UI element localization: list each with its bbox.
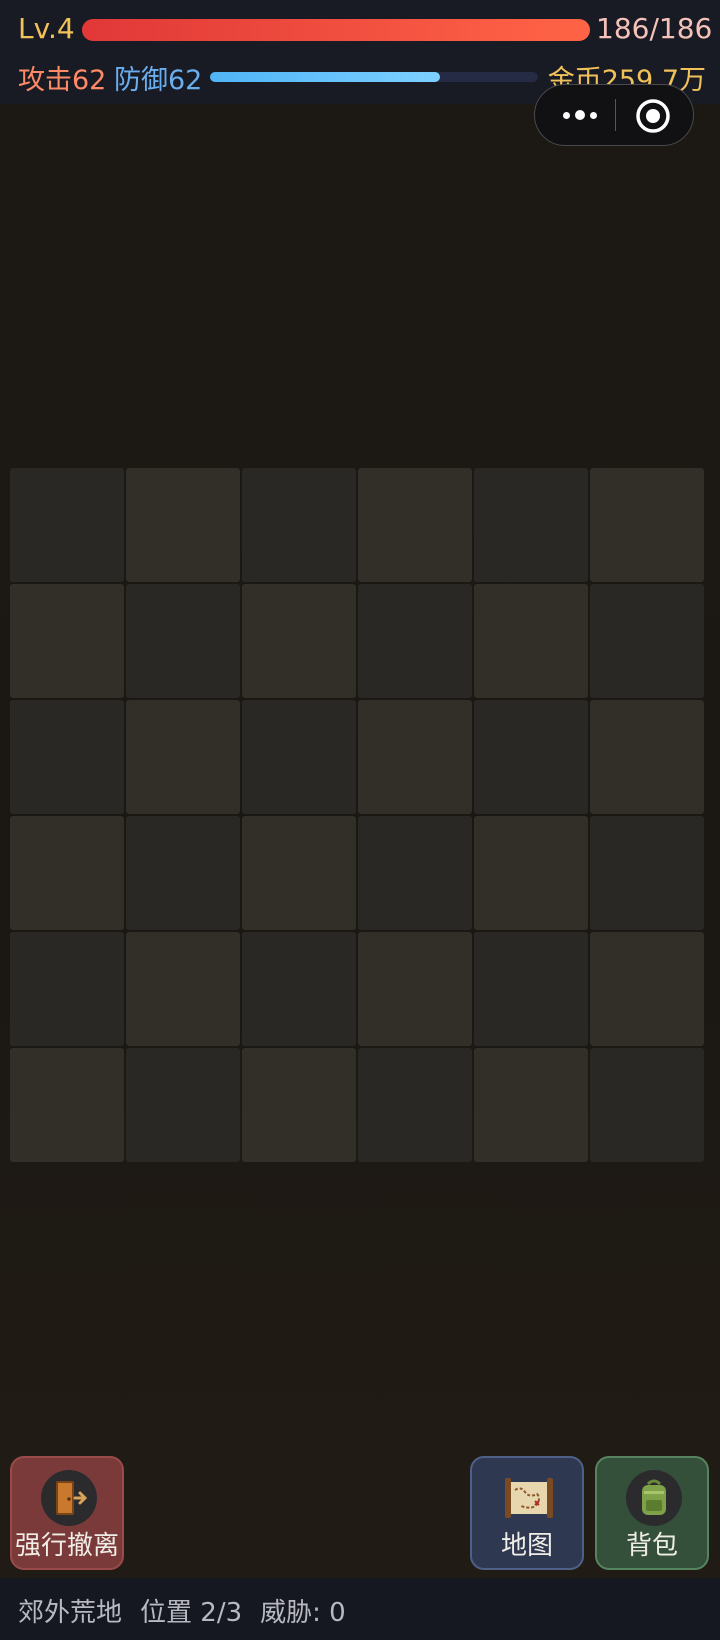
backpack-label: 背包 <box>625 1531 678 1561</box>
grid-cell[interactable] <box>126 584 240 698</box>
grid-cell[interactable] <box>358 932 472 1046</box>
grid-cell[interactable] <box>474 1048 588 1162</box>
grid-cell[interactable] <box>358 816 472 930</box>
grid-cell[interactable] <box>126 1048 240 1162</box>
grid-cell[interactable] <box>242 816 356 930</box>
grid-cell[interactable] <box>10 700 124 814</box>
grid-cell[interactable] <box>590 700 704 814</box>
defense-stat: 防御62 <box>114 65 203 96</box>
grid-cell[interactable] <box>242 584 356 698</box>
grid-cell[interactable] <box>126 816 240 930</box>
grid-cell[interactable] <box>126 932 240 1046</box>
map-grid <box>10 468 704 1162</box>
grid-cell[interactable] <box>126 468 240 582</box>
grid-cell[interactable] <box>10 468 124 582</box>
location-footer: 郊外荒地 位置 2/3 威胁: 0 <box>0 1578 720 1640</box>
grid-cell[interactable] <box>590 1048 704 1162</box>
grid-cell[interactable] <box>10 932 124 1046</box>
grid-cell[interactable] <box>474 816 588 930</box>
grid-cell[interactable] <box>242 932 356 1046</box>
grid-cell[interactable] <box>10 584 124 698</box>
grid-cell[interactable] <box>126 700 240 814</box>
miniprogram-capsule <box>534 84 694 146</box>
exp-bar <box>210 72 538 82</box>
position-indicator: 位置 2/3 <box>140 1598 243 1628</box>
game-screen: Lv.4 186/186 攻击62 防御62 金币259.7万 强行撤离 地图 … <box>0 0 720 1640</box>
grid-cell[interactable] <box>242 700 356 814</box>
grid-cell[interactable] <box>590 468 704 582</box>
grid-cell[interactable] <box>474 584 588 698</box>
grid-cell[interactable] <box>474 468 588 582</box>
grid-cell[interactable] <box>10 1048 124 1162</box>
grid-cell[interactable] <box>242 1048 356 1162</box>
more-dots-icon[interactable] <box>553 85 607 145</box>
treasure-map-icon <box>499 1468 559 1528</box>
area-name: 郊外荒地 <box>18 1598 123 1628</box>
attack-stat: 攻击62 <box>18 65 107 96</box>
capsule-divider <box>615 99 616 131</box>
grid-cell[interactable] <box>358 584 472 698</box>
grid-cell[interactable] <box>590 584 704 698</box>
location-info: 郊外荒地 位置 2/3 威胁: 0 <box>18 1592 364 1629</box>
grid-cell[interactable] <box>474 700 588 814</box>
hp-bar <box>82 19 590 41</box>
target-close-icon[interactable] <box>635 98 671 134</box>
backpack-icon <box>624 1468 684 1528</box>
grid-cell[interactable] <box>242 468 356 582</box>
grid-cell[interactable] <box>358 1048 472 1162</box>
retreat-label: 强行撤离 <box>14 1531 119 1561</box>
retreat-button[interactable]: 强行撤离 <box>10 1456 124 1570</box>
grid-cell[interactable] <box>474 932 588 1046</box>
exp-bar-fill <box>210 72 440 82</box>
hp-text: 186/186 <box>596 12 713 45</box>
grid-cell[interactable] <box>358 468 472 582</box>
map-button[interactable]: 地图 <box>470 1456 584 1570</box>
exit-door-icon <box>39 1468 99 1528</box>
backpack-button[interactable]: 背包 <box>595 1456 709 1570</box>
grid-cell[interactable] <box>590 932 704 1046</box>
threat-indicator: 威胁: 0 <box>260 1598 346 1628</box>
map-label: 地图 <box>500 1531 553 1561</box>
grid-cell[interactable] <box>590 816 704 930</box>
level-label: Lv.4 <box>18 12 75 45</box>
grid-cell[interactable] <box>10 816 124 930</box>
grid-cell[interactable] <box>358 700 472 814</box>
